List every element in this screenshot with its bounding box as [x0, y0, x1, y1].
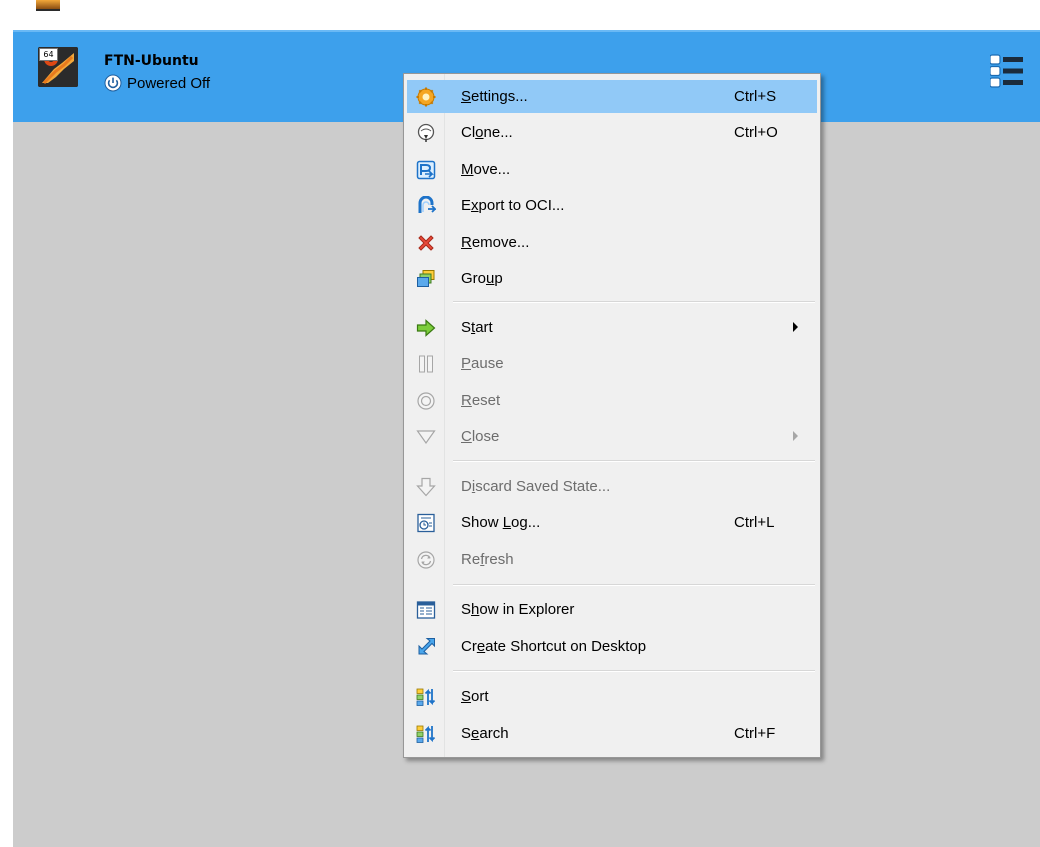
menu-item-close[interactable]: Close	[407, 420, 817, 453]
menu-item-label: Search	[461, 725, 509, 742]
menu-item-label: Refresh	[461, 551, 514, 568]
discard-state-icon	[416, 477, 436, 497]
reset-icon	[417, 392, 435, 410]
machine-context-menu: Settings... Ctrl+S Clone... Ctrl+O Move.…	[403, 73, 821, 758]
export-cloud-icon	[418, 196, 436, 213]
menu-item-label: Pause	[461, 355, 504, 372]
refresh-icon	[417, 551, 435, 569]
menu-item-label: Start	[461, 319, 493, 336]
menu-item-shortcut: Ctrl+S	[734, 88, 777, 105]
menu-item-show-log[interactable]: Show Log... Ctrl+L	[407, 506, 817, 539]
sort-icon	[416, 688, 436, 706]
submenu-arrow-icon	[793, 322, 798, 332]
menu-item-label: Show in Explorer	[461, 601, 575, 618]
menu-item-search[interactable]: Search Ctrl+F	[407, 717, 817, 750]
menu-item-label: Export to OCI...	[461, 197, 565, 214]
menu-item-label: Sort	[461, 688, 489, 705]
pause-icon	[419, 355, 433, 373]
vm-name: FTN-Ubuntu	[104, 53, 199, 69]
settings-gear-icon	[416, 87, 436, 107]
menu-item-label: Group	[461, 270, 503, 287]
menu-item-settings[interactable]: Settings... Ctrl+S	[407, 80, 817, 113]
menu-item-label: Settings...	[461, 88, 528, 105]
create-shortcut-icon	[418, 638, 435, 655]
menu-item-label: Reset	[461, 392, 501, 409]
search-sort-icon	[416, 725, 436, 743]
machine-tools-menu-icon[interactable]	[990, 54, 1024, 88]
menu-item-show-in-explorer[interactable]: Show in Explorer	[407, 593, 817, 626]
menu-item-label: Discard Saved State...	[461, 478, 611, 495]
menu-item-pause[interactable]: Pause	[407, 347, 817, 380]
menu-item-shortcut: Ctrl+O	[734, 124, 778, 141]
close-triangle-icon	[416, 430, 436, 445]
menu-item-reset[interactable]: Reset	[407, 384, 817, 417]
menu-item-label: Close	[461, 428, 500, 445]
menu-separator	[453, 670, 815, 672]
menu-separator	[453, 460, 815, 462]
move-icon	[416, 160, 436, 180]
menu-item-export-to-oci[interactable]: Export to OCI...	[407, 189, 817, 222]
menu-item-group[interactable]: Group	[407, 262, 817, 295]
clone-sheep-icon	[417, 123, 435, 142]
group-icon	[417, 270, 435, 287]
menu-separator	[453, 584, 815, 586]
power-icon	[104, 74, 122, 92]
vm-state: Powered Off	[127, 75, 211, 92]
menu-item-move[interactable]: Move...	[407, 153, 817, 186]
vm-row-top-highlight	[13, 30, 1040, 32]
menu-item-label: Remove...	[461, 234, 530, 251]
menu-item-label: Move...	[461, 161, 511, 178]
show-log-icon	[417, 513, 435, 533]
app-icon	[36, 0, 60, 11]
menu-item-refresh[interactable]: Refresh	[407, 543, 817, 576]
submenu-arrow-icon	[793, 431, 798, 441]
menu-item-label: Clone...	[461, 124, 513, 141]
menu-item-sort[interactable]: Sort	[407, 680, 817, 713]
menu-item-clone[interactable]: Clone... Ctrl+O	[407, 116, 817, 149]
menu-item-start[interactable]: Start	[407, 311, 817, 344]
title-strip	[0, 0, 1040, 30]
menu-separator	[453, 301, 815, 303]
ubuntu-64-os-icon: 64	[38, 47, 78, 87]
menu-item-discard-saved-state[interactable]: Discard Saved State...	[407, 470, 817, 503]
menu-item-remove[interactable]: Remove...	[407, 226, 817, 259]
menu-item-shortcut: Ctrl+F	[734, 725, 776, 742]
start-arrow-icon	[416, 319, 436, 337]
menu-item-label: Show Log...	[461, 514, 541, 531]
remove-x-icon	[418, 235, 434, 251]
menu-item-label: Create Shortcut on Desktop	[461, 638, 647, 655]
show-in-explorer-icon	[416, 601, 436, 619]
menu-item-create-shortcut[interactable]: Create Shortcut on Desktop	[407, 630, 817, 663]
os-64bit-badge: 64	[39, 48, 58, 61]
menu-item-shortcut: Ctrl+L	[734, 514, 775, 531]
